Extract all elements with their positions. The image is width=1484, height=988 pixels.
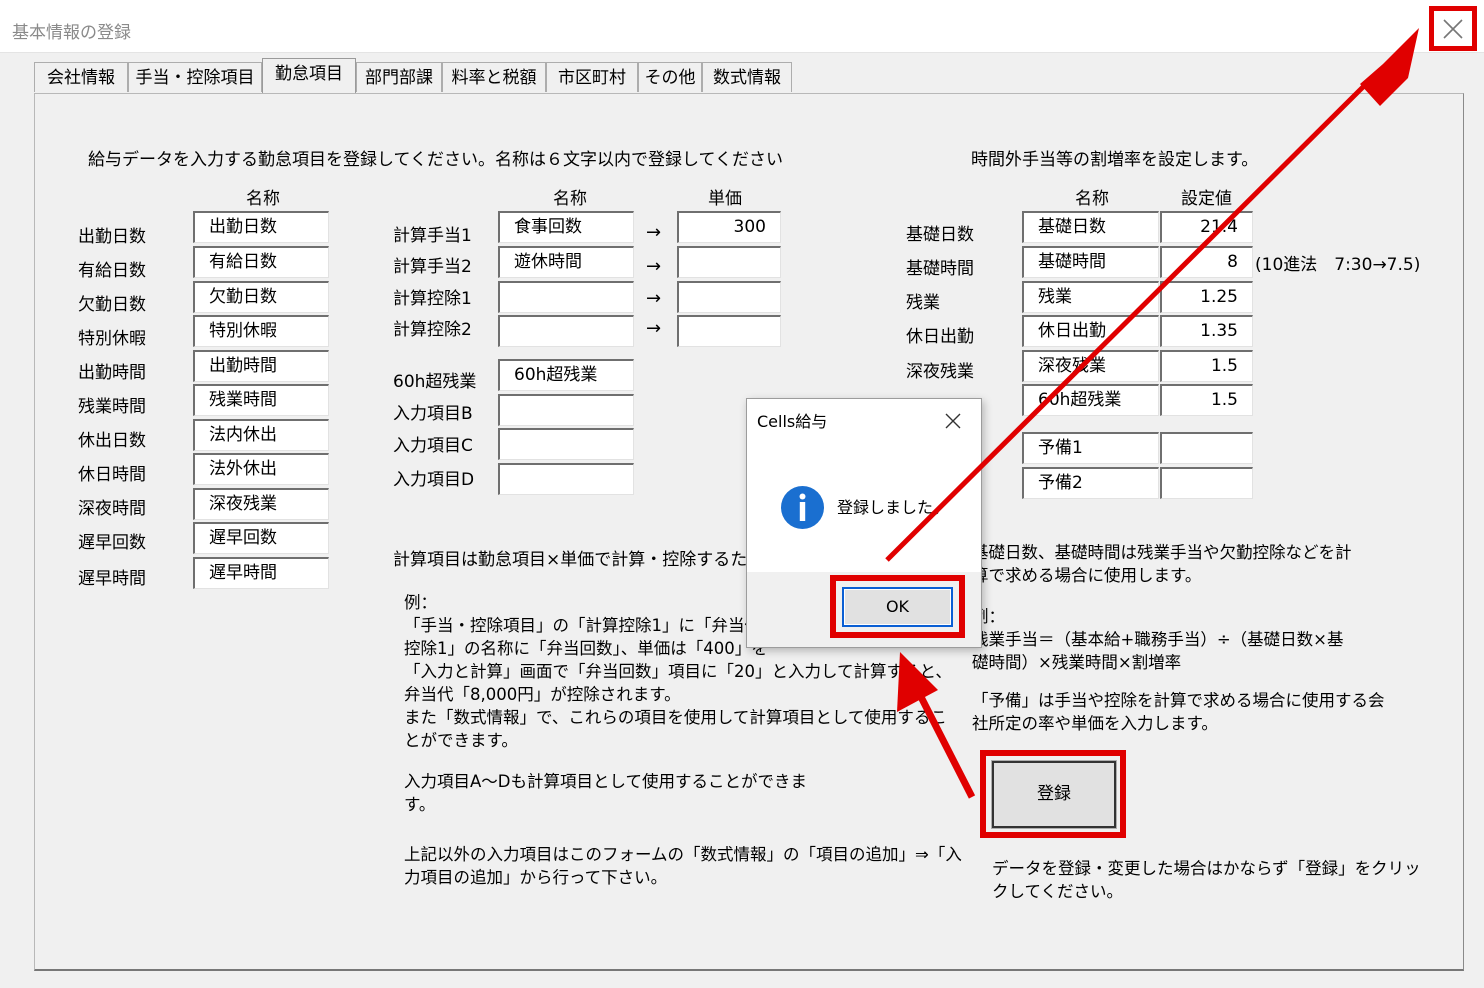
annotation-arrows — [885, 28, 1419, 799]
tab-attendance-items[interactable]: 勤怠項目 — [262, 58, 356, 93]
arrow-head-close — [1360, 28, 1419, 106]
arrow-to-close — [885, 83, 1367, 562]
arrow-head-ok — [897, 652, 938, 712]
arrow-to-ok — [915, 691, 976, 799]
